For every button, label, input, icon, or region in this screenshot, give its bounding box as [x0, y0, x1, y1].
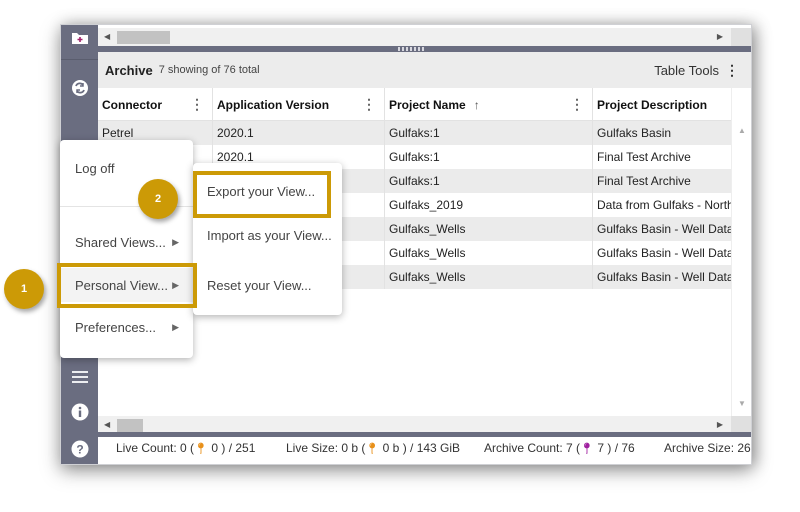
scroll-up-icon[interactable]: ▲ [738, 126, 746, 135]
hamburger-menu-icon[interactable] [61, 365, 98, 389]
panel-title: Archive [105, 62, 153, 78]
panel-count: 7 showing of 76 total [158, 64, 260, 76]
archive-panel-header: Archive 7 showing of 76 total Table Tool… [98, 52, 751, 88]
highlight-personal-view [57, 263, 197, 308]
column-menu-icon[interactable]: ⋮ [362, 96, 376, 113]
status-bar: Live Count: 0 (📍︎ 0 ) / 251 Live Size: 0… [98, 432, 751, 464]
location-pin-icon: 📍︎ [194, 443, 209, 455]
callout-badge-2: 2 [138, 179, 178, 219]
sort-ascending-icon[interactable]: ↑ [474, 98, 480, 112]
sync-icon[interactable] [61, 73, 98, 103]
info-icon[interactable] [61, 400, 98, 424]
submenu-arrow-icon: ▶ [172, 236, 179, 247]
menu-item-import-view[interactable]: Import as your View... [193, 221, 342, 249]
add-folder-icon[interactable] [61, 25, 98, 51]
live-count: Live Count: 0 (📍︎ 0 ) / 251 [116, 441, 256, 455]
svg-text:?: ? [76, 443, 83, 457]
location-pin-icon: 📍︎ [365, 443, 380, 455]
menu-item-shared-views[interactable]: Shared Views... ▶ [60, 228, 193, 256]
column-header-project-description[interactable]: Project Description [593, 88, 731, 121]
scroll-left-icon[interactable]: ◀ [104, 32, 110, 41]
table-header: Connector ⋮ Application Version ⋮ Projec… [98, 88, 731, 121]
highlight-export-view [193, 171, 331, 218]
vertical-scrollbar[interactable]: ▲ ▼ [731, 88, 751, 416]
column-header-project-name[interactable]: Project Name ↑ ⋮ [385, 88, 593, 121]
scrollbar-thumb[interactable] [117, 419, 143, 432]
column-header-connector[interactable]: Connector ⋮ [98, 88, 213, 121]
main-menu: Log off Shared Views... ▶ Personal View.… [60, 140, 193, 358]
archive-size: Archive Size: 26 G [664, 441, 751, 455]
table-tools-button[interactable]: Table Tools ⋮ [654, 52, 739, 88]
location-pin-icon: 📍︎ [580, 443, 595, 455]
archive-count: Archive Count: 7 (📍︎ 7 ) / 76 [484, 441, 635, 455]
top-horizontal-scrollbar[interactable]: ◀ ▶ [98, 28, 751, 46]
callout-badge-1: 1 [4, 269, 44, 309]
table-tools-label: Table Tools [654, 62, 719, 78]
kebab-menu-icon: ⋮ [725, 61, 739, 78]
menu-item-log-off[interactable]: Log off [60, 154, 193, 182]
submenu-arrow-icon: ▶ [172, 321, 179, 332]
scrollbar-thumb[interactable] [117, 31, 170, 44]
live-size: Live Size: 0 b (📍︎ 0 b ) / 143 GiB [286, 441, 461, 455]
column-menu-icon[interactable]: ⋮ [570, 96, 584, 113]
scroll-right-icon[interactable]: ▶ [717, 32, 723, 41]
splitter-grip-icon[interactable] [398, 47, 426, 51]
scroll-right-icon[interactable]: ▶ [717, 420, 723, 429]
scroll-left-icon[interactable]: ◀ [104, 420, 110, 429]
column-menu-icon[interactable]: ⋮ [190, 96, 204, 113]
scroll-down-icon[interactable]: ▼ [738, 399, 746, 408]
menu-item-preferences[interactable]: Preferences... ▶ [60, 313, 193, 341]
help-icon[interactable]: ? [61, 437, 98, 461]
table-row[interactable]: Petrel 2020.1 Gulfaks:1 Gulfaks Basin [98, 121, 731, 145]
column-header-application-version[interactable]: Application Version ⋮ [213, 88, 385, 121]
menu-item-reset-view[interactable]: Reset your View... [193, 271, 342, 299]
